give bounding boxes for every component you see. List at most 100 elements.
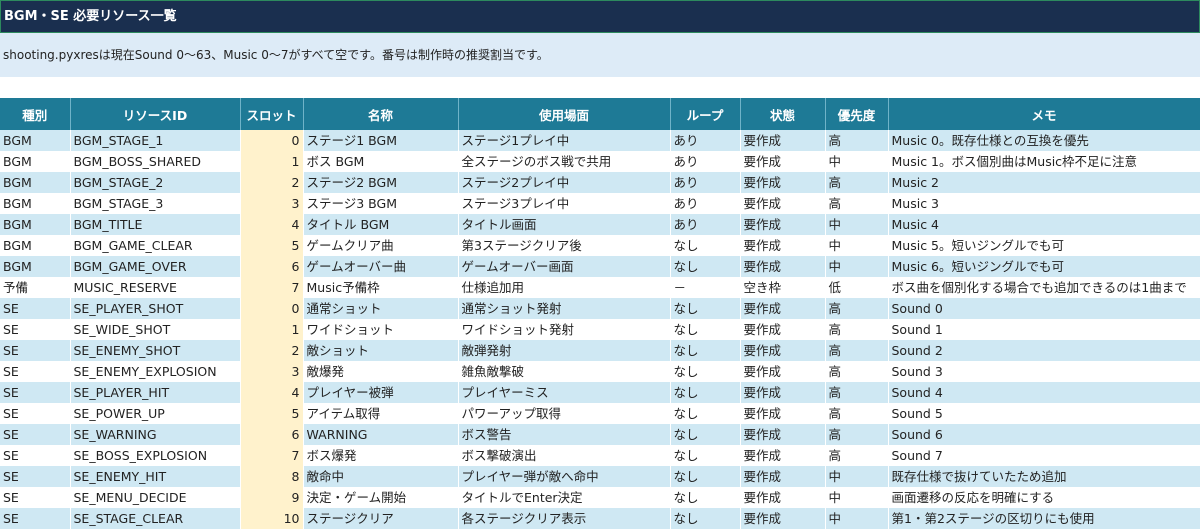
cell-id[interactable]: SE_WARNING: [70, 424, 241, 445]
cell-state[interactable]: 要作成: [740, 445, 826, 466]
cell-scene[interactable]: ゲームオーバー画面: [458, 256, 671, 277]
cell-priority[interactable]: 高: [825, 403, 889, 424]
cell-slot[interactable]: 0: [240, 298, 304, 319]
cell-loop[interactable]: なし: [670, 298, 741, 319]
cell-state[interactable]: 要作成: [740, 403, 826, 424]
header-scene[interactable]: 使用場面: [458, 98, 671, 130]
cell-type[interactable]: SE: [0, 466, 71, 487]
cell-id[interactable]: BGM_STAGE_3: [70, 193, 241, 214]
cell-name[interactable]: ステージ2 BGM: [303, 172, 459, 193]
cell-scene[interactable]: ボス撃破演出: [458, 445, 671, 466]
cell-type[interactable]: BGM: [0, 235, 71, 256]
cell-state[interactable]: 要作成: [740, 424, 826, 445]
cell-id[interactable]: BGM_GAME_CLEAR: [70, 235, 241, 256]
cell-id[interactable]: MUSIC_RESERVE: [70, 277, 241, 298]
cell-priority[interactable]: 中: [825, 508, 889, 529]
cell-state[interactable]: 要作成: [740, 319, 826, 340]
cell-state[interactable]: 要作成: [740, 466, 826, 487]
header-loop[interactable]: ループ: [670, 98, 741, 130]
cell-id[interactable]: SE_PLAYER_HIT: [70, 382, 241, 403]
cell-scene[interactable]: ステージ2プレイ中: [458, 172, 671, 193]
header-type[interactable]: 種別: [0, 98, 71, 130]
cell-loop[interactable]: なし: [670, 487, 741, 508]
cell-memo[interactable]: Sound 0: [888, 298, 1200, 319]
cell-name[interactable]: ゲームクリア曲: [303, 235, 459, 256]
cell-id[interactable]: SE_PLAYER_SHOT: [70, 298, 241, 319]
cell-memo[interactable]: 既存仕様で抜けていたため追加: [888, 466, 1200, 487]
cell-name[interactable]: ステージ3 BGM: [303, 193, 459, 214]
cell-slot[interactable]: 7: [240, 445, 304, 466]
cell-memo[interactable]: 第1・第2ステージの区切りにも使用: [888, 508, 1200, 529]
cell-slot[interactable]: 9: [240, 487, 304, 508]
cell-priority[interactable]: 高: [825, 382, 889, 403]
cell-id[interactable]: BGM_STAGE_1: [70, 130, 241, 151]
sheet-title[interactable]: BGM・SE 必要リソース一覧: [0, 0, 1200, 33]
cell-slot[interactable]: 1: [240, 319, 304, 340]
cell-slot[interactable]: 5: [240, 403, 304, 424]
cell-name[interactable]: アイテム取得: [303, 403, 459, 424]
cell-type[interactable]: SE: [0, 361, 71, 382]
cell-id[interactable]: SE_ENEMY_HIT: [70, 466, 241, 487]
cell-priority[interactable]: 高: [825, 298, 889, 319]
cell-priority[interactable]: 高: [825, 340, 889, 361]
cell-type[interactable]: BGM: [0, 151, 71, 172]
cell-name[interactable]: ステージ1 BGM: [303, 130, 459, 151]
cell-name[interactable]: 通常ショット: [303, 298, 459, 319]
cell-state[interactable]: 要作成: [740, 151, 826, 172]
cell-type[interactable]: SE: [0, 508, 71, 529]
cell-type[interactable]: BGM: [0, 214, 71, 235]
cell-scene[interactable]: 通常ショット発射: [458, 298, 671, 319]
cell-name[interactable]: ゲームオーバー曲: [303, 256, 459, 277]
cell-loop[interactable]: なし: [670, 445, 741, 466]
cell-memo[interactable]: Music 2: [888, 172, 1200, 193]
cell-priority[interactable]: 高: [825, 319, 889, 340]
cell-memo[interactable]: Music 6。短いジングルでも可: [888, 256, 1200, 277]
cell-priority[interactable]: 高: [825, 130, 889, 151]
cell-memo[interactable]: 画面遷移の反応を明確にする: [888, 487, 1200, 508]
header-name[interactable]: 名称: [303, 98, 459, 130]
cell-id[interactable]: BGM_GAME_OVER: [70, 256, 241, 277]
cell-memo[interactable]: Sound 5: [888, 403, 1200, 424]
cell-slot[interactable]: 2: [240, 172, 304, 193]
cell-id[interactable]: SE_ENEMY_EXPLOSION: [70, 361, 241, 382]
cell-scene[interactable]: 雑魚敵撃破: [458, 361, 671, 382]
cell-loop[interactable]: なし: [670, 403, 741, 424]
cell-id[interactable]: SE_POWER_UP: [70, 403, 241, 424]
cell-priority[interactable]: 中: [825, 214, 889, 235]
cell-slot[interactable]: 4: [240, 382, 304, 403]
cell-priority[interactable]: 中: [825, 151, 889, 172]
cell-slot[interactable]: 4: [240, 214, 304, 235]
cell-memo[interactable]: Sound 3: [888, 361, 1200, 382]
cell-loop[interactable]: なし: [670, 466, 741, 487]
cell-scene[interactable]: タイトルでEnter決定: [458, 487, 671, 508]
cell-priority[interactable]: 高: [825, 172, 889, 193]
cell-slot[interactable]: 5: [240, 235, 304, 256]
cell-memo[interactable]: Music 5。短いジングルでも可: [888, 235, 1200, 256]
cell-slot[interactable]: 3: [240, 193, 304, 214]
cell-scene[interactable]: ステージ1プレイ中: [458, 130, 671, 151]
cell-loop[interactable]: あり: [670, 214, 741, 235]
cell-id[interactable]: SE_MENU_DECIDE: [70, 487, 241, 508]
cell-scene[interactable]: ボス警告: [458, 424, 671, 445]
cell-loop[interactable]: なし: [670, 319, 741, 340]
cell-id[interactable]: BGM_BOSS_SHARED: [70, 151, 241, 172]
cell-slot[interactable]: 1: [240, 151, 304, 172]
cell-loop[interactable]: なし: [670, 424, 741, 445]
cell-name[interactable]: ステージクリア: [303, 508, 459, 529]
cell-state[interactable]: 要作成: [740, 130, 826, 151]
cell-memo[interactable]: Sound 1: [888, 319, 1200, 340]
cell-type[interactable]: SE: [0, 403, 71, 424]
cell-id[interactable]: SE_BOSS_EXPLOSION: [70, 445, 241, 466]
cell-slot[interactable]: 6: [240, 256, 304, 277]
cell-loop[interactable]: なし: [670, 235, 741, 256]
cell-state[interactable]: 要作成: [740, 214, 826, 235]
cell-state[interactable]: 要作成: [740, 172, 826, 193]
sheet-note[interactable]: shooting.pyxresは現在Sound 0〜63、Music 0〜7がす…: [0, 33, 1200, 77]
cell-name[interactable]: タイトル BGM: [303, 214, 459, 235]
cell-state[interactable]: 要作成: [740, 235, 826, 256]
cell-slot[interactable]: 10: [240, 508, 304, 529]
cell-state[interactable]: 要作成: [740, 193, 826, 214]
cell-name[interactable]: Music予備枠: [303, 277, 459, 298]
cell-loop[interactable]: なし: [670, 340, 741, 361]
cell-state[interactable]: 要作成: [740, 508, 826, 529]
